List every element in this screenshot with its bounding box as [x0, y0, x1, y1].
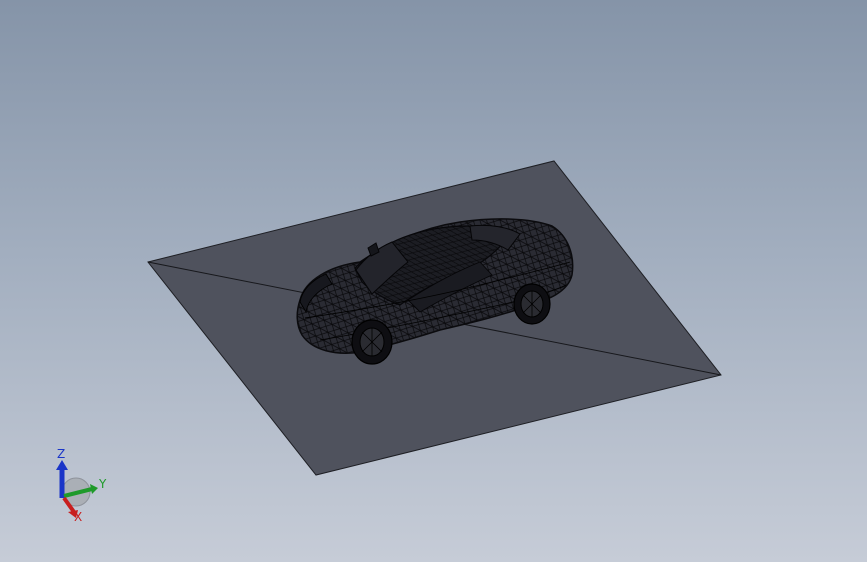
y-arrow-icon — [90, 484, 98, 494]
model-scene[interactable] — [0, 0, 867, 562]
reference-triad[interactable]: Z Y X — [40, 440, 120, 530]
graphics-viewport[interactable]: Z Y X — [0, 0, 867, 562]
rear-wheel — [513, 283, 551, 325]
z-arrow-icon — [56, 460, 68, 470]
y-axis-label: Y — [98, 477, 107, 491]
front-wheel — [351, 319, 393, 365]
x-axis-label: X — [74, 510, 82, 524]
z-axis-label: Z — [57, 447, 65, 461]
